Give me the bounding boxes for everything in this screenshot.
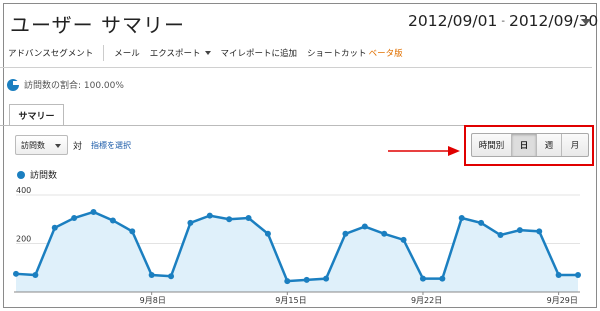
data-point [516, 227, 523, 234]
shortcut-button[interactable]: ショートカット ベータ版 [307, 47, 413, 59]
data-point [458, 215, 465, 222]
data-point [245, 215, 252, 222]
x-tick-label: 9月29日 [547, 296, 578, 305]
metric-select[interactable]: 訪問数 [15, 135, 68, 155]
chevron-down-icon [55, 144, 61, 148]
x-tick-label: 9月22日 [411, 296, 442, 305]
data-point [148, 272, 155, 279]
data-point [206, 212, 213, 219]
data-point [536, 228, 543, 235]
export-button[interactable]: エクスポート [150, 47, 221, 59]
data-point [478, 219, 485, 226]
visits-percentage-label: 訪問数の割合: 100.00% [24, 81, 124, 91]
data-point [381, 230, 388, 237]
pie-chart-icon [7, 78, 19, 91]
divider [0, 67, 592, 68]
chevron-down-icon[interactable] [581, 19, 591, 25]
y-tick-label: 400 [16, 186, 31, 195]
shortcut-label: ショートカット [307, 49, 367, 59]
tab-summary[interactable]: サマリー [9, 104, 64, 126]
granularity-day-button[interactable]: 日 [512, 134, 537, 156]
visits-percentage: 訪問数の割合: 100.00% [7, 78, 124, 91]
data-point [226, 216, 233, 223]
granularity-toggle: 時間別 日 週 月 [471, 133, 589, 157]
data-point [555, 272, 562, 279]
date-range-selector[interactable]: 2012/09/01 - 2012/09/30 [408, 6, 598, 36]
data-point [129, 228, 136, 235]
data-point [439, 275, 446, 282]
data-point [187, 219, 194, 226]
data-point [361, 223, 368, 230]
data-point [13, 270, 19, 277]
data-point [342, 230, 349, 237]
advanced-segments-button[interactable]: アドバンスセグメント [8, 47, 103, 59]
data-point [168, 273, 175, 280]
export-label: エクスポート [149, 49, 201, 59]
chevron-down-icon [204, 51, 211, 55]
granularity-week-button[interactable]: 週 [537, 134, 562, 156]
data-point [400, 236, 407, 243]
data-point [51, 224, 58, 231]
date-start: 2012/09/01 [408, 12, 498, 30]
data-point [284, 278, 291, 285]
legend-dot [17, 170, 25, 179]
add-to-dashboard-button[interactable]: マイレポートに追加 [221, 47, 308, 59]
report-toolbar: アドバンスセグメント メール エクスポート マイレポートに追加 ショートカットベ… [0, 42, 592, 64]
x-tick-label: 9月15日 [275, 296, 306, 305]
data-point [303, 276, 310, 283]
date-separator: - [501, 15, 505, 27]
select-metric-link[interactable]: 指標を選択 [91, 140, 131, 151]
metric-select-value: 訪問数 [21, 140, 45, 150]
email-button[interactable]: メール [114, 47, 150, 59]
data-point [323, 275, 330, 282]
versus-label: 対 [73, 142, 83, 152]
data-point [497, 232, 504, 239]
toolbar-divider [103, 45, 105, 61]
beta-badge: ベータ版 [368, 49, 403, 59]
visits-line-chart: 400 200 9月8日 9月15日 9月22日 9月29日 [13, 186, 581, 305]
data-point [71, 215, 78, 222]
x-tick-label: 9月8日 [140, 296, 166, 305]
data-point [109, 217, 116, 224]
data-point [90, 208, 97, 215]
arrow-right-icon [388, 146, 460, 156]
data-point [32, 272, 39, 279]
page-title: ユーザー サマリー [10, 13, 185, 37]
y-tick-label: 200 [16, 235, 31, 244]
granularity-hourly-button[interactable]: 時間別 [472, 134, 512, 156]
granularity-month-button[interactable]: 月 [562, 134, 588, 156]
data-point [575, 272, 581, 279]
data-point [419, 275, 426, 282]
data-point [264, 230, 271, 237]
